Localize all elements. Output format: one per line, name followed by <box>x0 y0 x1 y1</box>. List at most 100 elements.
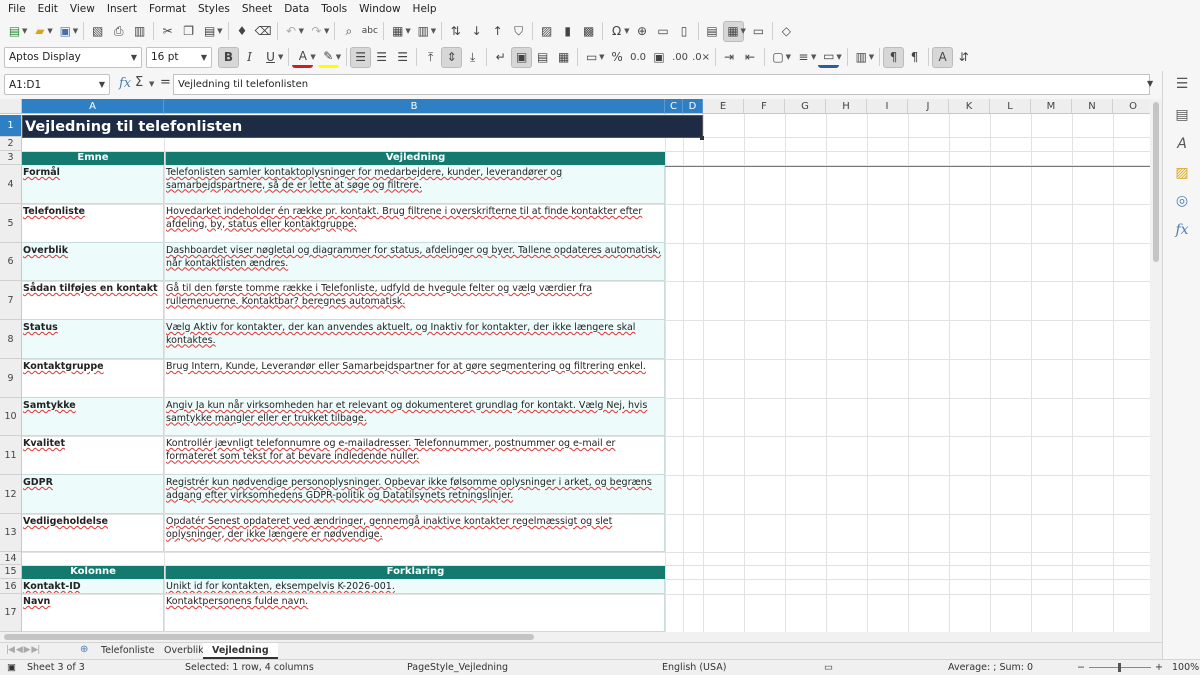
row-header-4[interactable]: 4 <box>0 165 22 204</box>
formula-icon[interactable]: = <box>160 75 171 90</box>
guide-text-7[interactable]: Angiv Ja kun når virksomheden har et rel… <box>165 398 665 436</box>
column-help-text-1[interactable]: Unikt id for kontakten, eksempelvis K-20… <box>165 579 665 594</box>
wrap-text-icon[interactable]: ↵ <box>490 47 511 68</box>
row-header-6[interactable]: 6 <box>0 243 22 281</box>
row-header-1[interactable]: 1 <box>0 115 22 137</box>
align-right-icon[interactable]: ☰ <box>392 47 413 68</box>
column-dropdown-icon[interactable]: ▼ <box>431 27 436 35</box>
sort-icon[interactable]: ⇅ <box>445 21 466 42</box>
column-header-i[interactable]: I <box>867 99 908 114</box>
guide-topic-5[interactable]: Status <box>22 320 164 359</box>
guide-header-topic[interactable]: Emne <box>22 152 164 165</box>
column-help-text-2[interactable]: Kontaktpersonens fulde navn. <box>165 594 665 632</box>
sum-info[interactable]: Average: ; Sum: 0 <box>948 662 1033 673</box>
horizontal-scroll-thumb[interactable] <box>4 634 534 640</box>
print-icon[interactable]: ⎙ <box>108 21 129 42</box>
headers-footers-icon[interactable]: ▯ <box>674 21 695 42</box>
row-header-10[interactable]: 10 <box>0 398 22 436</box>
column-header-j[interactable]: J <box>908 99 949 114</box>
open-dropdown-icon[interactable]: ▼ <box>47 27 52 35</box>
row-header-7[interactable]: 7 <box>0 281 22 320</box>
guide-topic-10[interactable]: Vedligeholdelse <box>22 514 164 552</box>
underline-dropdown-icon[interactable]: ▼ <box>278 53 283 61</box>
row-header-17[interactable]: 17 <box>0 594 22 632</box>
menu-sheet[interactable]: Sheet <box>238 3 276 15</box>
columns-header-name[interactable]: Kolonne <box>22 566 164 579</box>
sort-descending-icon[interactable]: ↑ <box>487 21 508 42</box>
zoom-in-icon[interactable]: + <box>1155 662 1163 673</box>
menu-insert[interactable]: Insert <box>103 3 141 15</box>
row-header-15[interactable]: 15 <box>0 565 22 579</box>
sum-icon[interactable]: Σ <box>135 75 143 90</box>
columns-header-explanation[interactable]: Forklaring <box>165 566 665 579</box>
spreadsheet-grid[interactable]: ABCDEFGHIJKLMNO 1 2 3 4 5 6 7 8 9 10 11 12 13 14 15 16 1… <box>0 99 1150 632</box>
font-name-combo[interactable]: Aptos Display ▼ <box>4 46 142 68</box>
clone-formatting-icon[interactable]: ♦ <box>232 21 253 42</box>
row-header-3[interactable]: 3 <box>0 151 22 165</box>
row-header-13[interactable]: 13 <box>0 514 22 552</box>
page-style[interactable]: PageStyle_Vejledning <box>407 662 508 673</box>
print-preview-icon[interactable]: ▥ <box>129 21 150 42</box>
add-decimal-icon[interactable]: .00 <box>670 47 691 68</box>
add-sheet-icon[interactable]: ⊕ <box>80 644 88 655</box>
column-help-name-2[interactable]: Navn <box>22 594 164 632</box>
menu-window[interactable]: Window <box>355 3 404 15</box>
gallery-icon[interactable]: ▨ <box>1174 165 1190 181</box>
paste-dropdown-icon[interactable]: ▼ <box>217 27 222 35</box>
decrease-indent-icon[interactable]: ⇤ <box>740 47 761 68</box>
guide-text-1[interactable]: Telefonlisten samler kontaktoplysninger … <box>165 165 665 204</box>
currency-dropdown-icon[interactable]: ▼ <box>599 53 604 61</box>
navigator-icon[interactable]: ◎ <box>1174 193 1190 209</box>
undo-dropdown-icon[interactable]: ▼ <box>299 27 304 35</box>
selection-fill-handle[interactable] <box>700 136 704 140</box>
sort-ascending-icon[interactable]: ↓ <box>466 21 487 42</box>
tab-telefonliste[interactable]: Telefonliste <box>92 643 164 659</box>
date-format-icon[interactable]: ▣ <box>649 47 670 68</box>
column-header-l[interactable]: L <box>990 99 1031 114</box>
column-help-name-1[interactable]: Kontakt-ID <box>22 579 164 594</box>
insert-image-icon[interactable]: ▨ <box>536 21 557 42</box>
comment-icon[interactable]: ▭ <box>653 21 674 42</box>
column-header-h[interactable]: H <box>826 99 867 114</box>
font-color-dropdown-icon[interactable]: ▼ <box>310 53 315 61</box>
guide-topic-2[interactable]: Telefonliste <box>22 204 164 243</box>
guide-text-6[interactable]: Brug Intern, Kunde, Leverandør eller Sam… <box>165 359 665 398</box>
copy-icon[interactable]: ❐ <box>178 21 199 42</box>
menu-data[interactable]: Data <box>280 3 313 15</box>
highlight-dropdown-icon[interactable]: ▼ <box>336 53 341 61</box>
align-middle-icon[interactable]: ⇕ <box>441 46 463 68</box>
text-direction-horizontal-icon[interactable]: A <box>932 46 954 68</box>
text-direction-vertical-icon[interactable]: ⇵ <box>953 47 974 68</box>
column-header-b[interactable]: B <box>164 99 665 114</box>
merge-cells-icon[interactable]: ▤ <box>532 47 553 68</box>
freeze-dropdown-icon[interactable]: ▼ <box>741 27 746 35</box>
delete-decimal-icon[interactable]: .0× <box>691 47 712 68</box>
align-top-icon[interactable]: ⤒ <box>420 47 441 68</box>
font-size-combo[interactable]: 16 pt ▼ <box>146 46 212 68</box>
column-header-o[interactable]: O <box>1113 99 1150 114</box>
new-dropdown-icon[interactable]: ▼ <box>22 27 27 35</box>
document-modified-icon[interactable]: ▣ <box>7 662 16 673</box>
pivot-table-icon[interactable]: ▩ <box>578 21 599 42</box>
column-header-e[interactable]: E <box>703 99 744 114</box>
vertical-scrollbar[interactable] <box>1150 99 1162 632</box>
guide-text-2[interactable]: Hovedarket indeholder én række pr. konta… <box>165 204 665 243</box>
row-header-14[interactable]: 14 <box>0 552 22 565</box>
column-header-a[interactable]: A <box>22 99 164 114</box>
show-draw-functions-icon[interactable]: ◇ <box>776 21 797 42</box>
row-header-2[interactable]: 2 <box>0 137 22 151</box>
sum-dropdown-icon[interactable]: ▼ <box>149 80 154 88</box>
align-center-icon[interactable]: ☰ <box>371 47 392 68</box>
guide-topic-9[interactable]: GDPR <box>22 475 164 514</box>
autofilter-icon[interactable]: ⛉ <box>508 21 529 42</box>
split-window-icon[interactable]: ▭ <box>748 21 769 42</box>
column-header-k[interactable]: K <box>949 99 990 114</box>
language[interactable]: English (USA) <box>662 662 726 673</box>
guide-topic-3[interactable]: Overblik <box>22 243 164 281</box>
right-to-left-icon[interactable]: ¶ <box>904 47 925 68</box>
insert-chart-icon[interactable]: ▮ <box>557 21 578 42</box>
column-header-m[interactable]: M <box>1031 99 1072 114</box>
row-header-8[interactable]: 8 <box>0 320 22 359</box>
left-to-right-icon[interactable]: ¶ <box>883 46 905 68</box>
styles-icon[interactable]: A <box>1174 136 1190 152</box>
